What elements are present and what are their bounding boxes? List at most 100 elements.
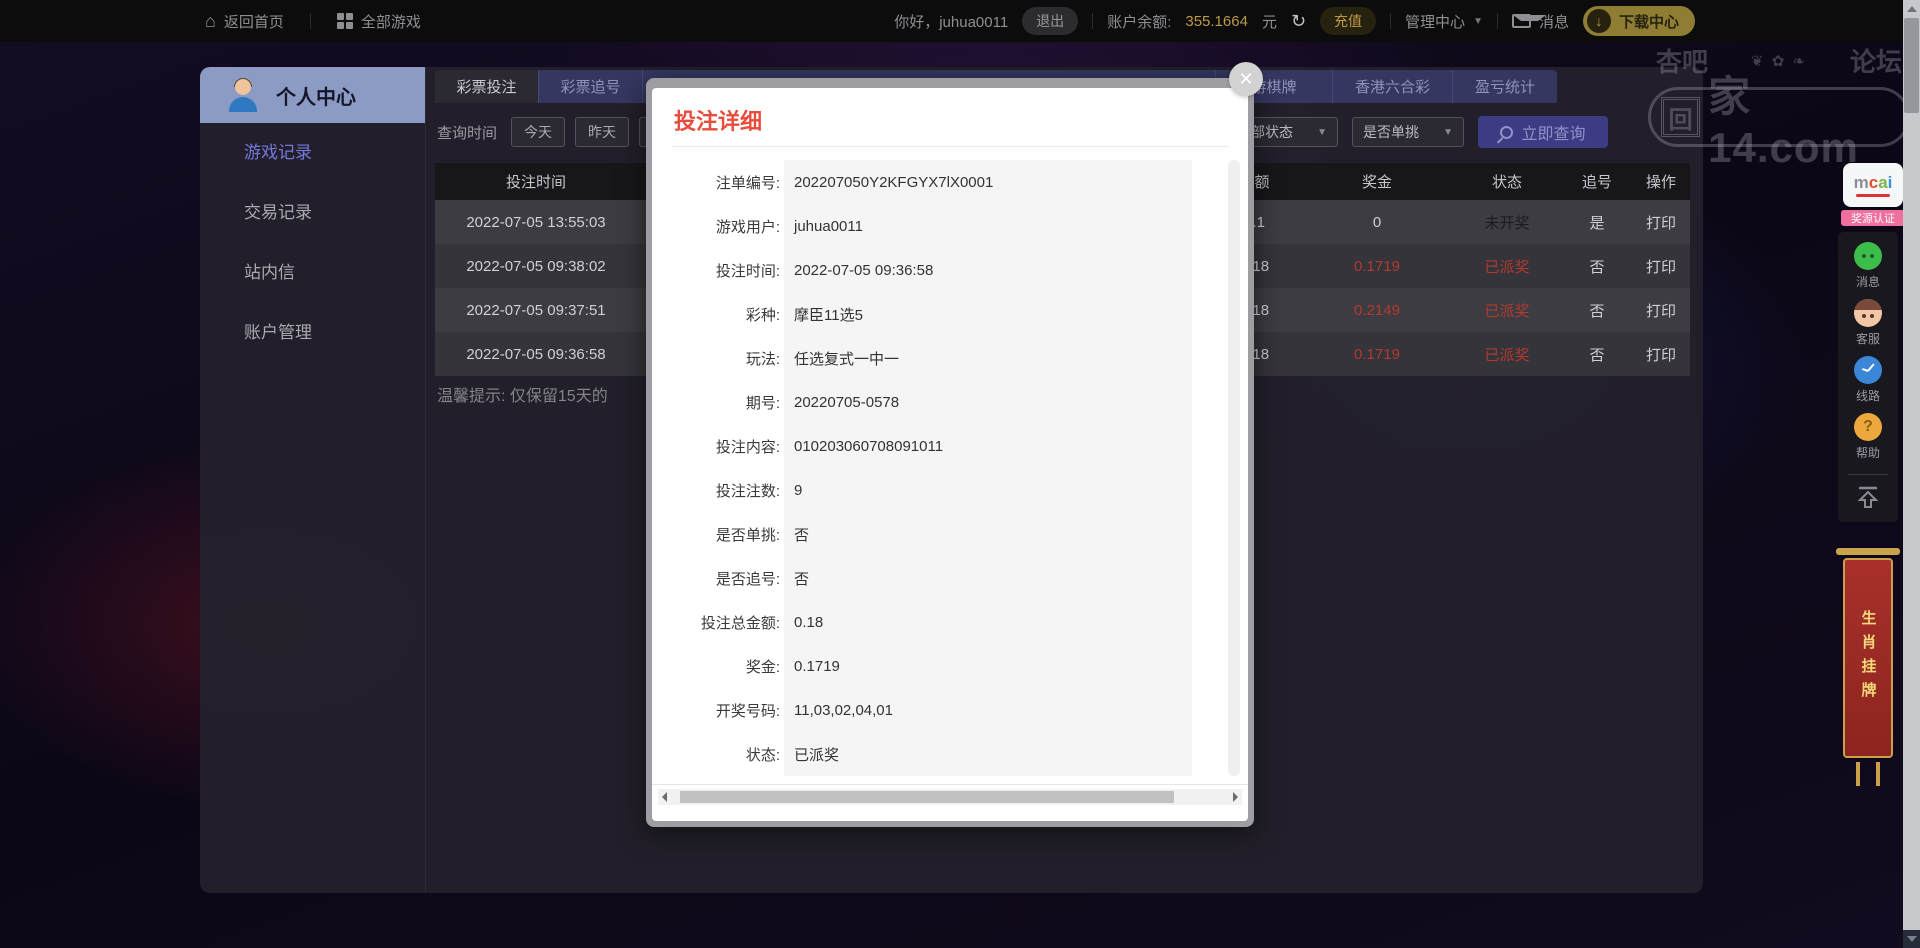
close-icon[interactable]: ✕ <box>1229 62 1263 96</box>
modal-field-row: 游戏用户: juhua0011 <box>652 204 1248 248</box>
chevron-down-icon: ▼ <box>1473 16 1483 27</box>
messages-widget[interactable]: 消息 <box>1854 242 1882 290</box>
cell-chase: 否 <box>1562 244 1632 288</box>
scroll-up-button[interactable] <box>1903 0 1920 16</box>
tab-hk-mark-six[interactable]: 香港六合彩 <box>1333 70 1453 103</box>
modal-field-row: 投注时间: 2022-07-05 09:36:58 <box>652 248 1248 292</box>
field-value: 否 <box>794 524 809 545</box>
query-now-button[interactable]: 立即查询 <box>1478 116 1608 148</box>
help-widget[interactable]: ? 帮助 <box>1854 413 1882 461</box>
modal-field-row: 注单编号:202207050Y2KFGYX7lX0001 <box>652 160 1248 204</box>
cell-chase: 否 <box>1562 332 1632 376</box>
single-pick-select[interactable]: 是否单挑 ▼ <box>1352 117 1464 147</box>
today-button[interactable]: 今天 <box>511 117 565 147</box>
bet-detail-dialog: ✕ 投注详细 注单编号:202207050Y2KFGYX7lX0001游戏用户:… <box>646 78 1254 827</box>
home-link[interactable]: ⌂ 返回首页 <box>205 11 284 32</box>
mcai-logo: mcai <box>1854 174 1893 191</box>
print-link[interactable]: 打印 <box>1632 288 1690 332</box>
user-greeting: 你好，juhua0011 <box>894 11 1008 32</box>
banner-tassel <box>1876 762 1880 786</box>
sidebar-title: 个人中心 <box>276 81 356 110</box>
all-games-label: 全部游戏 <box>361 11 421 32</box>
messages-link[interactable]: 消息 <box>1512 11 1569 32</box>
customer-service-label: 客服 <box>1856 330 1880 347</box>
print-link[interactable]: 打印 <box>1632 244 1690 288</box>
top-navigation-bar: ⌂ 返回首页 全部游戏 你好，juhua0011 退出 账户余额: 355.16… <box>0 0 1920 42</box>
logout-button[interactable]: 退出 <box>1022 7 1078 35</box>
field-label: 是否追号: <box>652 568 780 589</box>
cell-chase: 否 <box>1562 288 1632 332</box>
sidebar-header: 个人中心 <box>200 67 425 123</box>
tab-lottery-betting[interactable]: 彩票投注 <box>435 70 539 103</box>
field-label: 投注注数: <box>652 480 780 501</box>
modal-field-row: 投注注数:9 <box>652 468 1248 512</box>
modal-field-row: 期号:20220705-0578 <box>652 380 1248 424</box>
banner-text: 生肖挂牌 <box>1858 610 1879 706</box>
print-link[interactable]: 打印 <box>1632 200 1690 244</box>
cell-prize: 0.1719 <box>1302 332 1452 376</box>
cell-time: 2022-07-05 09:38:02 <box>435 244 637 288</box>
scroll-down-button[interactable] <box>1903 930 1920 948</box>
modal-field-row: 是否追号:否 <box>652 556 1248 600</box>
field-value: 202207050Y2KFGYX7lX0001 <box>794 174 993 191</box>
sidebar-item-game-records[interactable]: 游戏记录 <box>200 123 425 183</box>
balance-unit: 元 <box>1262 11 1277 32</box>
admin-center-menu[interactable]: 管理中心 ▼ <box>1405 11 1483 32</box>
modal-title: 投注详细 <box>674 104 762 136</box>
divider <box>1848 474 1888 475</box>
watermark-text-left: 杏吧 <box>1656 42 1708 79</box>
field-label: 开奖号码: <box>652 700 780 721</box>
modal-field-row: 开奖号码: 11,03,02,04,01 <box>652 688 1248 732</box>
tab-lottery-chase[interactable]: 彩票追号 <box>539 70 643 103</box>
yesterday-button[interactable]: 昨天 <box>575 117 629 147</box>
sidebar-item-site-mail[interactable]: 站内信 <box>200 243 425 303</box>
help-coin-icon: ? <box>1854 413 1882 441</box>
cell-time: 2022-07-05 09:36:58 <box>435 332 637 376</box>
all-games-link[interactable]: 全部游戏 <box>337 11 421 32</box>
modal-field-row: 是否单挑: 否 <box>652 512 1248 556</box>
col-status: 状态 <box>1452 163 1562 200</box>
balance-value: 355.1664 <box>1185 13 1248 30</box>
lines-label: 线路 <box>1856 387 1880 404</box>
modal-field-row: 彩种:摩臣11选5 <box>652 292 1248 336</box>
modal-horizontal-scrollbar <box>658 789 1242 805</box>
cell-prize: 0 <box>1302 200 1452 244</box>
messages-widget-label: 消息 <box>1856 273 1880 290</box>
field-label: 投注时间: <box>652 260 780 281</box>
scrollbar-thumb[interactable] <box>1904 18 1919 113</box>
col-prize: 奖金 <box>1302 163 1452 200</box>
page-scrollbar <box>1903 0 1920 948</box>
field-label: 游戏用户: <box>652 216 780 237</box>
balance-label: 账户余额: <box>1107 11 1171 32</box>
recharge-button[interactable]: 充值 <box>1320 7 1376 35</box>
modal-vertical-scrollbar[interactable] <box>1228 160 1240 776</box>
mcai-underline <box>1856 194 1890 197</box>
divider <box>1497 13 1498 29</box>
sidebar-item-transaction-records[interactable]: 交易记录 <box>200 183 425 243</box>
cert-tag: 奖源认证 <box>1841 210 1905 226</box>
field-value: juhua0011 <box>794 218 863 235</box>
field-label: 是否单挑: <box>652 524 780 545</box>
sidebar-item-account-management[interactable]: 账户管理 <box>200 303 425 363</box>
banner-rod <box>1836 548 1900 555</box>
promo-banner[interactable]: 生肖挂牌 <box>1840 548 1896 786</box>
lines-widget[interactable]: 线路 <box>1854 356 1882 404</box>
admin-center-label: 管理中心 <box>1405 11 1465 32</box>
field-value: 摩臣11选5 <box>794 304 863 325</box>
download-center-button[interactable]: ↓ 下载中心 <box>1583 6 1695 36</box>
scroll-right-arrow[interactable] <box>1233 792 1238 802</box>
scrollbar-thumb[interactable] <box>680 791 1174 803</box>
field-value: 11,03,02,04,01 <box>794 702 893 719</box>
watermark-site-box: 回 家14.com <box>1648 87 1910 147</box>
field-value: 2022-07-05 09:36:58 <box>794 262 933 279</box>
tab-profit-loss-stats[interactable]: 盈亏统计 <box>1453 70 1557 103</box>
back-to-top-button[interactable] <box>1855 485 1881 514</box>
mail-icon <box>1512 14 1531 28</box>
refresh-icon[interactable]: ↻ <box>1291 11 1306 32</box>
print-link[interactable]: 打印 <box>1632 332 1690 376</box>
mcai-cert-badge[interactable]: mcai <box>1843 163 1903 207</box>
scroll-left-arrow[interactable] <box>662 792 667 802</box>
modal-fields: 注单编号:202207050Y2KFGYX7lX0001 游戏用户: juhua00… <box>652 160 1248 776</box>
customer-service-widget[interactable]: 客服 <box>1854 299 1882 347</box>
home-icon: ⌂ <box>205 11 216 32</box>
